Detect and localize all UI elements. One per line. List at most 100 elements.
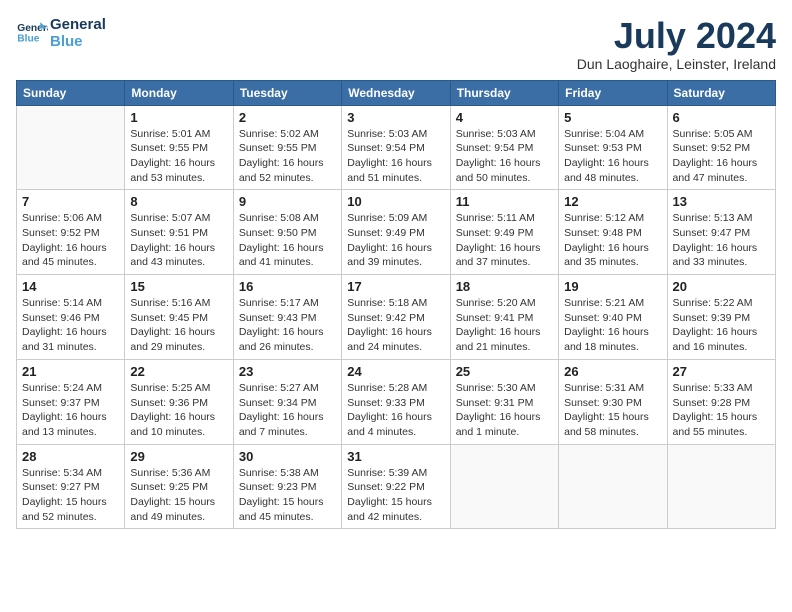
calendar-cell: 13 Sunrise: 5:13 AMSunset: 9:47 PMDayligh… (667, 190, 775, 275)
col-header-thursday: Thursday (450, 80, 558, 105)
calendar-cell: 24 Sunrise: 5:28 AMSunset: 9:33 PMDayligh… (342, 359, 450, 444)
calendar-cell: 25Sunrise: 5:30 AMSunset: 9:31 PMDayligh… (450, 359, 558, 444)
calendar-cell: 2 Sunrise: 5:02 AMSunset: 9:55 PMDaylight… (233, 105, 341, 190)
day-number: 21 (22, 364, 119, 379)
day-info: Sunrise: 5:14 AMSunset: 9:46 PMDaylight:… (22, 296, 119, 355)
calendar-cell (667, 444, 775, 529)
calendar-cell (559, 444, 667, 529)
day-number: 23 (239, 364, 336, 379)
day-info: Sunrise: 5:33 AMSunset: 9:28 PMDaylight:… (673, 381, 770, 440)
calendar-cell: 29Sunrise: 5:36 AMSunset: 9:25 PMDayligh… (125, 444, 233, 529)
month-title: July 2024 (577, 16, 776, 56)
day-number: 30 (239, 449, 336, 464)
day-number: 25 (456, 364, 553, 379)
title-block: July 2024 Dun Laoghaire, Leinster, Irela… (577, 16, 776, 72)
day-info: Sunrise: 5:34 AMSunset: 9:27 PMDaylight:… (22, 466, 119, 525)
col-header-monday: Monday (125, 80, 233, 105)
day-number: 28 (22, 449, 119, 464)
calendar-cell: 3Sunrise: 5:03 AMSunset: 9:54 PMDaylight… (342, 105, 450, 190)
calendar-cell: 11Sunrise: 5:11 AMSunset: 9:49 PMDayligh… (450, 190, 558, 275)
calendar-cell: 26 Sunrise: 5:31 AMSunset: 9:30 PMDayligh… (559, 359, 667, 444)
day-info: Sunrise: 5:22 AMSunset: 9:39 PMDaylight:… (673, 296, 770, 355)
day-info: Sunrise: 5:36 AMSunset: 9:25 PMDaylight:… (130, 466, 227, 525)
day-number: 4 (456, 110, 553, 125)
calendar-cell: 12 Sunrise: 5:12 AMSunset: 9:48 PMDayligh… (559, 190, 667, 275)
calendar-cell: 10Sunrise: 5:09 AMSunset: 9:49 PMDayligh… (342, 190, 450, 275)
calendar-cell: 18 Sunrise: 5:20 AMSunset: 9:41 PMDayligh… (450, 275, 558, 360)
day-number: 18 (456, 279, 553, 294)
day-number: 8 (130, 194, 227, 209)
calendar-cell: 1 Sunrise: 5:01 AMSunset: 9:55 PMDaylight… (125, 105, 233, 190)
day-info: Sunrise: 5:20 AMSunset: 9:41 PMDaylight:… (456, 296, 553, 355)
calendar-week-row: 21Sunrise: 5:24 AMSunset: 9:37 PMDayligh… (17, 359, 776, 444)
day-info: Sunrise: 5:05 AMSunset: 9:52 PMDaylight:… (673, 127, 770, 186)
calendar-cell: 28 Sunrise: 5:34 AMSunset: 9:27 PMDayligh… (17, 444, 125, 529)
day-info: Sunrise: 5:08 AMSunset: 9:50 PMDaylight:… (239, 211, 336, 270)
day-number: 20 (673, 279, 770, 294)
calendar: SundayMondayTuesdayWednesdayThursdayFrid… (16, 80, 776, 530)
calendar-cell: 21Sunrise: 5:24 AMSunset: 9:37 PMDayligh… (17, 359, 125, 444)
day-info: Sunrise: 5:25 AMSunset: 9:36 PMDaylight:… (130, 381, 227, 440)
day-number: 14 (22, 279, 119, 294)
day-number: 26 (564, 364, 661, 379)
calendar-week-row: 28 Sunrise: 5:34 AMSunset: 9:27 PMDayligh… (17, 444, 776, 529)
day-info: Sunrise: 5:04 AMSunset: 9:53 PMDaylight:… (564, 127, 661, 186)
calendar-cell (450, 444, 558, 529)
calendar-cell: 5Sunrise: 5:04 AMSunset: 9:53 PMDaylight… (559, 105, 667, 190)
day-number: 31 (347, 449, 444, 464)
calendar-cell: 8Sunrise: 5:07 AMSunset: 9:51 PMDaylight… (125, 190, 233, 275)
day-number: 9 (239, 194, 336, 209)
day-info: Sunrise: 5:12 AMSunset: 9:48 PMDaylight:… (564, 211, 661, 270)
calendar-week-row: 1 Sunrise: 5:01 AMSunset: 9:55 PMDaylight… (17, 105, 776, 190)
calendar-cell: 15Sunrise: 5:16 AMSunset: 9:45 PMDayligh… (125, 275, 233, 360)
location: Dun Laoghaire, Leinster, Ireland (577, 56, 776, 72)
day-info: Sunrise: 5:31 AMSunset: 9:30 PMDaylight:… (564, 381, 661, 440)
day-number: 19 (564, 279, 661, 294)
calendar-cell: 9 Sunrise: 5:08 AMSunset: 9:50 PMDaylight… (233, 190, 341, 275)
day-number: 13 (673, 194, 770, 209)
day-info: Sunrise: 5:13 AMSunset: 9:47 PMDaylight:… (673, 211, 770, 270)
logo-icon: General Blue (16, 17, 48, 49)
calendar-cell: 6 Sunrise: 5:05 AMSunset: 9:52 PMDaylight… (667, 105, 775, 190)
calendar-cell: 7Sunrise: 5:06 AMSunset: 9:52 PMDaylight… (17, 190, 125, 275)
day-number: 3 (347, 110, 444, 125)
col-header-friday: Friday (559, 80, 667, 105)
day-number: 11 (456, 194, 553, 209)
calendar-header-row: SundayMondayTuesdayWednesdayThursdayFrid… (17, 80, 776, 105)
calendar-cell: 23 Sunrise: 5:27 AMSunset: 9:34 PMDayligh… (233, 359, 341, 444)
calendar-cell: 14 Sunrise: 5:14 AMSunset: 9:46 PMDayligh… (17, 275, 125, 360)
day-info: Sunrise: 5:17 AMSunset: 9:43 PMDaylight:… (239, 296, 336, 355)
day-number: 24 (347, 364, 444, 379)
day-info: Sunrise: 5:16 AMSunset: 9:45 PMDaylight:… (130, 296, 227, 355)
calendar-cell: 22 Sunrise: 5:25 AMSunset: 9:36 PMDayligh… (125, 359, 233, 444)
day-info: Sunrise: 5:18 AMSunset: 9:42 PMDaylight:… (347, 296, 444, 355)
calendar-cell: 31 Sunrise: 5:39 AMSunset: 9:22 PMDayligh… (342, 444, 450, 529)
day-number: 17 (347, 279, 444, 294)
logo: General Blue General Blue (16, 16, 106, 50)
calendar-cell: 4Sunrise: 5:03 AMSunset: 9:54 PMDaylight… (450, 105, 558, 190)
day-number: 22 (130, 364, 227, 379)
day-number: 27 (673, 364, 770, 379)
calendar-cell (17, 105, 125, 190)
day-info: Sunrise: 5:02 AMSunset: 9:55 PMDaylight:… (239, 127, 336, 186)
col-header-tuesday: Tuesday (233, 80, 341, 105)
day-number: 1 (130, 110, 227, 125)
day-number: 12 (564, 194, 661, 209)
header: General Blue General Blue July 2024 Dun … (16, 16, 776, 72)
day-number: 6 (673, 110, 770, 125)
calendar-cell: 27 Sunrise: 5:33 AMSunset: 9:28 PMDayligh… (667, 359, 775, 444)
logo-line2: Blue (50, 33, 106, 50)
day-info: Sunrise: 5:39 AMSunset: 9:22 PMDaylight:… (347, 466, 444, 525)
svg-text:General: General (17, 23, 48, 34)
day-number: 16 (239, 279, 336, 294)
calendar-week-row: 14 Sunrise: 5:14 AMSunset: 9:46 PMDayligh… (17, 275, 776, 360)
logo-line1: General (50, 16, 106, 33)
day-number: 2 (239, 110, 336, 125)
day-info: Sunrise: 5:01 AMSunset: 9:55 PMDaylight:… (130, 127, 227, 186)
calendar-cell: 20 Sunrise: 5:22 AMSunset: 9:39 PMDayligh… (667, 275, 775, 360)
day-info: Sunrise: 5:21 AMSunset: 9:40 PMDaylight:… (564, 296, 661, 355)
calendar-cell: 30Sunrise: 5:38 AMSunset: 9:23 PMDayligh… (233, 444, 341, 529)
day-info: Sunrise: 5:27 AMSunset: 9:34 PMDaylight:… (239, 381, 336, 440)
calendar-cell: 16 Sunrise: 5:17 AMSunset: 9:43 PMDayligh… (233, 275, 341, 360)
day-info: Sunrise: 5:28 AMSunset: 9:33 PMDaylight:… (347, 381, 444, 440)
